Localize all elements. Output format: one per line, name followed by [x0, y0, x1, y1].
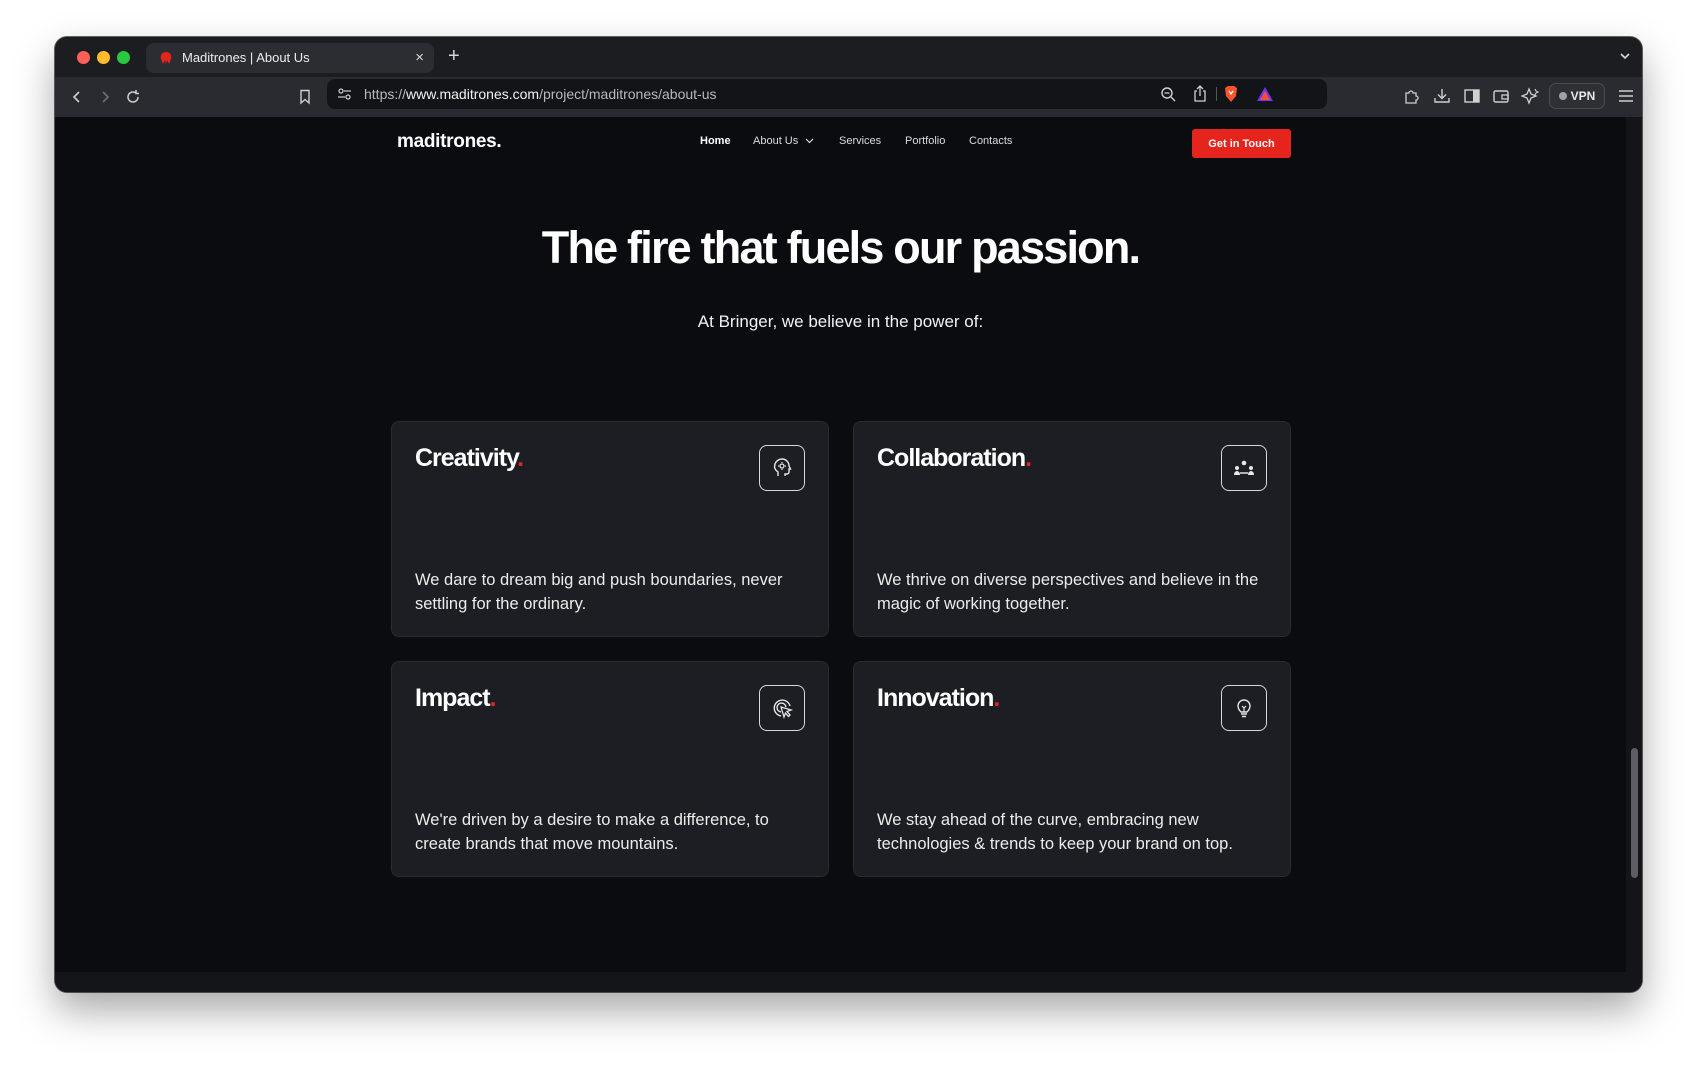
brave-rewards-icon[interactable]	[1256, 86, 1274, 102]
wallet-icon[interactable]	[1492, 88, 1510, 104]
footer-edge	[55, 972, 1626, 992]
scrollbar-thumb[interactable]	[1631, 748, 1638, 878]
browser-window: Maditrones | About Us × + https://www.ma	[55, 37, 1642, 992]
zoom-icon[interactable]	[1160, 86, 1176, 102]
nav-about-us[interactable]: About Us	[753, 135, 798, 147]
sidebar-icon[interactable]	[1463, 88, 1481, 104]
ai-assistant-icon[interactable]	[1521, 87, 1539, 105]
value-card-impact: Impact. We're driven by a desire to make…	[391, 661, 829, 877]
brave-shields-icon[interactable]	[1223, 85, 1239, 103]
team-icon	[1221, 445, 1267, 491]
tab-bar: Maditrones | About Us × +	[55, 37, 1642, 77]
share-icon[interactable]	[1193, 85, 1207, 102]
vpn-label: VPN	[1570, 89, 1596, 103]
card-title: Collaboration.	[877, 444, 1032, 472]
close-window-button[interactable]	[77, 51, 90, 64]
vpn-status-icon	[1558, 92, 1567, 100]
value-card-creativity: Creativity. We dare to dream big and pus…	[391, 421, 829, 637]
nav-home[interactable]: Home	[700, 135, 731, 147]
lightbulb-icon	[1221, 685, 1267, 731]
chevron-down-icon[interactable]	[805, 137, 814, 145]
card-description: We stay ahead of the curve, embracing ne…	[877, 811, 1233, 853]
address-bar[interactable]: https://www.maditrones.com/project/madit…	[327, 79, 1327, 109]
site-settings-icon[interactable]	[337, 87, 352, 101]
active-tab[interactable]: Maditrones | About Us ×	[146, 43, 434, 73]
chevron-down-icon[interactable]	[1618, 49, 1632, 63]
page-viewport: maditrones. Home About Us Services Portf…	[55, 117, 1626, 992]
vpn-button[interactable]: VPN	[1549, 83, 1605, 109]
card-title: Creativity.	[415, 444, 524, 472]
minimize-window-button[interactable]	[97, 51, 110, 64]
cursor-target-icon	[759, 685, 805, 731]
card-description: We dare to dream big and push boundaries…	[415, 571, 783, 613]
page-title: The fire that fuels our passion.	[541, 222, 1141, 273]
bookmark-icon[interactable]	[295, 87, 315, 107]
zoom-window-button[interactable]	[117, 51, 130, 64]
favicon-icon	[160, 52, 172, 64]
card-description: We thrive on diverse perspectives and be…	[877, 571, 1259, 613]
value-card-collaboration: Collaboration. We thrive on diverse pers…	[853, 421, 1291, 637]
head-idea-icon	[759, 445, 805, 491]
tab-title: Maditrones | About Us	[182, 50, 310, 65]
page-subtitle: At Bringer, we believe in the power of:	[697, 312, 984, 331]
nav-contacts[interactable]: Contacts	[969, 135, 1012, 147]
url-divider	[1216, 87, 1217, 101]
url-text[interactable]: https://www.maditrones.com/project/madit…	[364, 86, 717, 102]
get-in-touch-button[interactable]: Get in Touch	[1192, 129, 1291, 158]
tab-close-icon[interactable]: ×	[415, 49, 424, 67]
site-nav: maditrones. Home About Us Services Portf…	[55, 117, 1626, 167]
download-icon[interactable]	[1433, 87, 1451, 105]
forward-icon[interactable]	[95, 87, 115, 107]
nav-services[interactable]: Services	[839, 135, 881, 147]
reload-icon[interactable]	[123, 87, 143, 107]
card-title: Impact.	[415, 684, 497, 712]
value-card-innovation: Innovation. We stay ahead of the curve, …	[853, 661, 1291, 877]
site-logo[interactable]: maditrones.	[397, 131, 502, 153]
new-tab-button[interactable]: +	[448, 45, 460, 67]
card-title: Innovation.	[877, 684, 1000, 712]
card-description: We're driven by a desire to make a diffe…	[415, 811, 769, 853]
menu-icon[interactable]	[1618, 89, 1634, 103]
back-icon[interactable]	[67, 87, 87, 107]
nav-portfolio[interactable]: Portfolio	[905, 135, 945, 147]
extensions-icon[interactable]	[1403, 87, 1421, 105]
